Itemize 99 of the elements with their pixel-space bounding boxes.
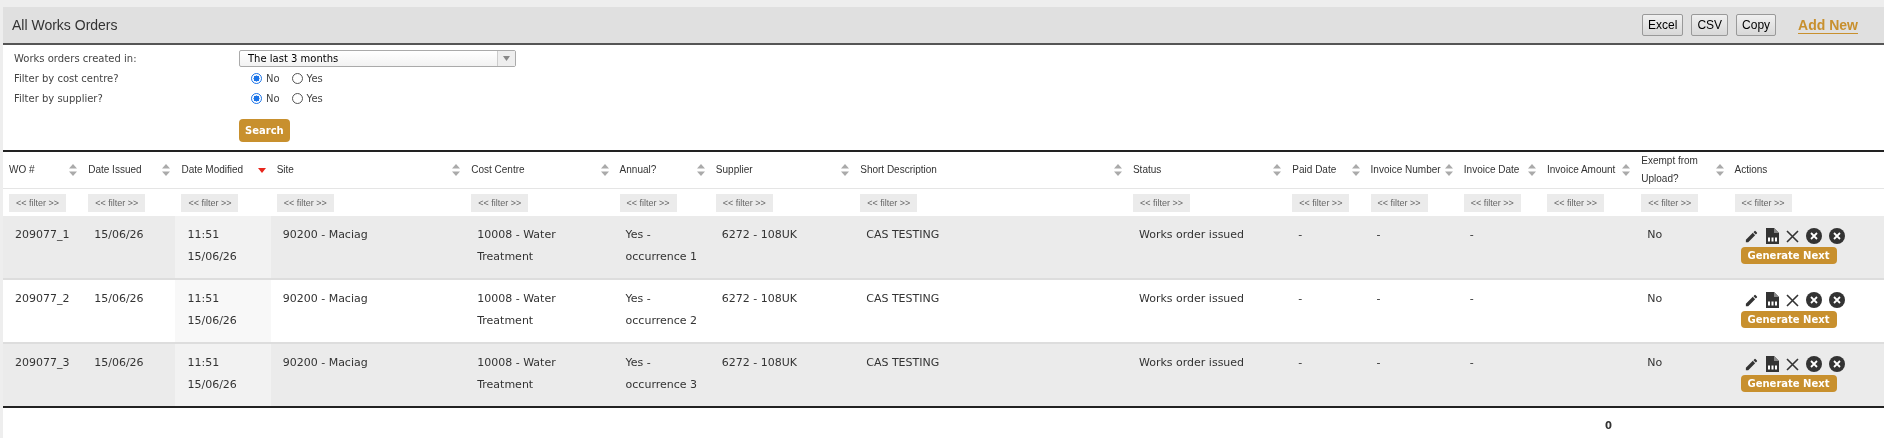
- close-icon[interactable]: [1785, 357, 1799, 371]
- column-filter-field[interactable]: << filter >>: [715, 193, 773, 212]
- column-header[interactable]: Paid Date: [1292, 161, 1337, 179]
- export-button[interactable]: Copy: [1736, 14, 1777, 36]
- table-cell: 209077_2: [15, 292, 70, 305]
- total-value: 0: [1605, 420, 1612, 431]
- column-filter-field[interactable]: << filter >>: [860, 193, 918, 212]
- period-dropdown[interactable]: The last 3 months: [239, 49, 516, 67]
- table-cell: Works order issued: [1138, 356, 1245, 369]
- column-header[interactable]: Date Issued: [88, 161, 142, 179]
- cancel-circle-icon[interactable]: [1828, 228, 1845, 244]
- column-filter-field[interactable]: << filter >>: [1463, 193, 1521, 212]
- table-cell: Works order issued: [1138, 228, 1245, 241]
- column-header[interactable]: Supplier: [715, 161, 753, 179]
- table-cell: 6272 - 108UK: [721, 228, 798, 241]
- column-filter-field[interactable]: << filter >>: [619, 193, 677, 212]
- table-cell: 11:51 15/06/26: [187, 228, 237, 263]
- column-header[interactable]: Invoice Amount: [1547, 161, 1616, 179]
- table-cell: 209077_1: [15, 228, 70, 241]
- column-header[interactable]: Actions: [1734, 161, 1768, 179]
- dropdown-arrow-icon: [503, 55, 510, 61]
- field-label: Filter by supplier?: [14, 92, 104, 104]
- cancel-circle-icon[interactable]: [1828, 356, 1845, 372]
- table-cell: 11:51 15/06/26: [187, 356, 237, 391]
- table-cell: -: [1469, 292, 1474, 305]
- column-header[interactable]: Status: [1132, 161, 1162, 179]
- column-filter-field[interactable]: << filter >>: [88, 193, 146, 212]
- table-cell: -: [1469, 228, 1474, 241]
- column-header[interactable]: Annual?: [619, 161, 657, 179]
- field-label: Works orders created in:: [14, 52, 138, 64]
- table-cell: 90200 - Maciag: [282, 292, 368, 305]
- close-icon[interactable]: [1785, 293, 1799, 307]
- table-cell: 15/06/26: [94, 292, 144, 305]
- table-cell: Works order issued: [1138, 292, 1245, 305]
- table-cell: Yes - occurrence 1: [625, 228, 698, 263]
- column-header[interactable]: Site: [276, 161, 294, 179]
- pdf-file-icon[interactable]: [1765, 292, 1779, 308]
- column-header[interactable]: Cost Centre: [471, 161, 525, 179]
- edit-pencil-icon[interactable]: [1743, 356, 1759, 372]
- radio-option[interactable]: No: [251, 92, 280, 104]
- column-filter-field[interactable]: << filter >>: [181, 193, 239, 212]
- table-cell: -: [1376, 228, 1381, 241]
- export-button[interactable]: CSV: [1691, 14, 1729, 36]
- table-cell: -: [1298, 292, 1303, 305]
- column-header[interactable]: Exempt from Upload?: [1641, 152, 1716, 188]
- table-cell: 209077_3: [15, 356, 70, 369]
- column-filter-field[interactable]: << filter >>: [1547, 193, 1605, 212]
- table-cell: CAS TESTING: [866, 356, 940, 369]
- table-cell: Yes - occurrence 3: [625, 356, 698, 391]
- column-header[interactable]: Invoice Number: [1370, 161, 1441, 179]
- cancel-circle-icon[interactable]: [1805, 228, 1822, 244]
- table-cell: -: [1469, 356, 1474, 369]
- cancel-circle-icon[interactable]: [1805, 356, 1822, 372]
- pdf-file-icon[interactable]: [1765, 228, 1779, 244]
- radio-option[interactable]: No: [251, 72, 280, 84]
- edit-pencil-icon[interactable]: [1743, 228, 1759, 244]
- table-cell: No: [1647, 356, 1663, 369]
- column-header[interactable]: Date Modified: [181, 161, 244, 179]
- table-cell: No: [1647, 292, 1663, 305]
- table-cell: 15/06/26: [94, 356, 144, 369]
- radio-option[interactable]: Yes: [291, 72, 323, 84]
- table-cell: 11:51 15/06/26: [187, 292, 237, 327]
- table-cell: -: [1298, 356, 1303, 369]
- table-cell: 90200 - Maciag: [282, 228, 368, 241]
- column-filter-field[interactable]: << filter >>: [1132, 193, 1190, 212]
- table-cell: No: [1647, 228, 1663, 241]
- column-filter-field[interactable]: << filter >>: [1641, 193, 1699, 212]
- pdf-file-icon[interactable]: [1765, 356, 1779, 372]
- column-filter-field[interactable]: << filter >>: [471, 193, 529, 212]
- table-cell: 6272 - 108UK: [721, 356, 798, 369]
- sort-descending-icon[interactable]: [257, 167, 266, 173]
- close-icon[interactable]: [1785, 229, 1799, 243]
- column-header[interactable]: WO #: [9, 161, 35, 179]
- table-cell: CAS TESTING: [866, 228, 940, 241]
- table-cell: 90200 - Maciag: [282, 356, 368, 369]
- table-cell: CAS TESTING: [866, 292, 940, 305]
- column-filter-field[interactable]: << filter >>: [276, 193, 334, 212]
- column-filter-field[interactable]: << filter >>: [9, 193, 67, 212]
- column-header[interactable]: Invoice Date: [1463, 161, 1520, 179]
- column-filter-field[interactable]: << filter >>: [1292, 193, 1350, 212]
- column-filter-field[interactable]: << filter >>: [1734, 193, 1792, 212]
- cancel-circle-icon[interactable]: [1805, 292, 1822, 308]
- table-cell: 10008 - Water Treatment: [477, 228, 556, 263]
- cancel-circle-icon[interactable]: [1828, 292, 1845, 308]
- table-cell: Yes - occurrence 2: [625, 292, 698, 327]
- table-cell: -: [1298, 228, 1303, 241]
- column-filter-field[interactable]: << filter >>: [1370, 193, 1428, 212]
- table-cell: 10008 - Water Treatment: [477, 356, 556, 391]
- column-header[interactable]: Short Description: [860, 161, 937, 179]
- edit-pencil-icon[interactable]: [1743, 292, 1759, 308]
- export-button[interactable]: Excel: [1642, 14, 1684, 36]
- table-cell: 6272 - 108UK: [721, 292, 798, 305]
- table-cell: -: [1376, 292, 1381, 305]
- table-cell: -: [1376, 356, 1381, 369]
- table-cell: 10008 - Water Treatment: [477, 292, 556, 327]
- page-title: All Works Orders: [12, 17, 118, 33]
- radio-option[interactable]: Yes: [291, 92, 323, 104]
- field-label: Filter by cost centre?: [14, 72, 120, 84]
- table-cell: 15/06/26: [94, 228, 144, 241]
